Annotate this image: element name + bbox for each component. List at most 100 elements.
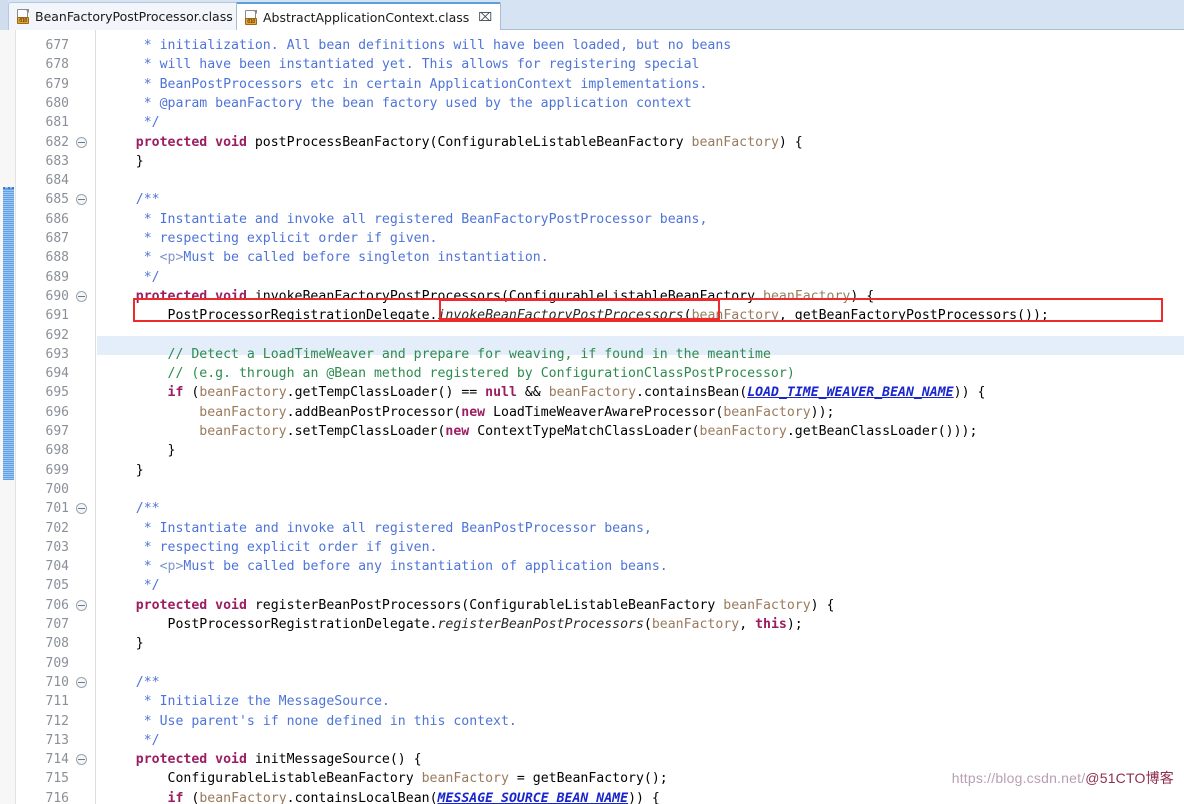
fold-collapse-icon[interactable] (76, 676, 87, 688)
line-number: 700 (45, 481, 69, 497)
code-token-pln (104, 424, 199, 439)
code-token-sfld: MESSAGE_SOURCE_BEAN_NAME (437, 790, 629, 804)
line-number: 705 (45, 578, 69, 594)
code-token-pln: )) { (953, 385, 986, 401)
line-number: 685 (45, 192, 69, 208)
fold-collapse-icon[interactable] (76, 754, 87, 766)
code-line: beanFactory.setTempClassLoader(new Conte… (97, 422, 1184, 441)
code-line: * @param beanFactory the bean factory us… (97, 94, 1184, 113)
code-token-pln: .getBeanClassLoader())); (786, 424, 978, 439)
code-token-pln: PostProcessorRegistrationDelegate. (104, 308, 438, 324)
tab-abstractapplicationcontext[interactable]: 010 AbstractApplicationContext.class ⌧ (236, 2, 502, 30)
code-token-pln (104, 521, 136, 536)
code-token-jdoc: * respecting explicit order if given. (135, 231, 438, 246)
code-line: PostProcessorRegistrationDelegate.invoke… (97, 306, 1184, 325)
eclipse-editor-window: 010 BeanFactoryPostProcessor.class 010 A… (0, 0, 1184, 804)
code-line: } (97, 441, 1184, 460)
line-number: 677 (45, 38, 69, 53)
code-token-pln: && (516, 385, 549, 401)
line-number: 694 (45, 366, 69, 382)
code-token-pln: ) { (810, 597, 835, 613)
code-token-kw: null (485, 385, 517, 401)
line-number: 715 (45, 771, 69, 787)
code-token-kw: new (445, 424, 478, 439)
fold-collapse-icon[interactable] (76, 290, 87, 302)
line-number: 699 (45, 462, 69, 478)
code-token-pln: .addBeanPostProcessor( (286, 404, 462, 420)
line-number: 688 (45, 250, 69, 266)
line-number: 687 (45, 231, 69, 246)
code-token-par: beanFactory (691, 134, 779, 150)
code-line: } (97, 152, 1184, 171)
code-line: * respecting explicit order if given. (97, 538, 1184, 557)
code-token-pln: .containsLocalBean( (286, 790, 438, 804)
line-number: 711 (45, 694, 69, 710)
code-token-pln (104, 578, 136, 593)
code-token-pln: ConfigurableListableBeanFactory (104, 771, 422, 787)
csdn-watermark: https://blog.csdn.net/@51CTO博客 (952, 768, 1174, 788)
code-line: beanFactory.addBeanPostProcessor(new Loa… (97, 403, 1184, 422)
code-editor[interactable]: 677 678 679 680 681 682 683 684 685 686 687 688 689 6… (0, 30, 1184, 804)
line-number: 678 (45, 57, 69, 73)
code-line: protected void invokeBeanFactoryPostProc… (97, 287, 1184, 306)
watermark-suffix: 博客 (1145, 770, 1174, 786)
line-number-gutter[interactable]: 677 678 679 680 681 682 683 684 685 686 687 688 689 6… (16, 30, 96, 804)
code-text-area[interactable]: * initialization. All bean definitions w… (97, 30, 1184, 804)
code-token-jdoc: */ (135, 732, 160, 748)
code-token-pln (104, 289, 136, 304)
code-token-pln: ( (683, 308, 692, 324)
code-line: // (e.g. through an @Bean method registe… (97, 364, 1184, 383)
class-file-icon: 010 (244, 9, 258, 25)
code-token-pln: .setTempClassLoader( (286, 424, 446, 439)
code-token-par: beanFactory (691, 308, 779, 324)
close-icon[interactable]: ⌧ (478, 11, 492, 23)
code-token-pln: } (104, 443, 176, 459)
line-number: 681 (45, 115, 69, 131)
code-token-cmt: // Detect a LoadTimeWeaver and prepare f… (167, 346, 771, 362)
code-token-jdoc: * BeanPostProcessors etc in certain Appl… (135, 76, 708, 92)
code-token-pln: )); (810, 404, 835, 420)
fold-collapse-icon[interactable] (76, 503, 87, 515)
code-token-pln (104, 385, 168, 400)
code-token-pln: registerBeanPostProcessors(ConfigurableL… (254, 597, 724, 613)
code-token-smth: registerBeanPostProcessors (437, 617, 644, 632)
code-line: protected void initMessageSource() { (97, 750, 1184, 769)
code-token-jtag: <p> (159, 559, 184, 575)
line-number: 690 (45, 288, 69, 304)
code-line: * Use parent's if none defined in this c… (97, 712, 1184, 731)
code-line: */ (97, 113, 1184, 132)
code-token-pln (104, 192, 136, 207)
code-token-jdoc: * respecting explicit order if given. (135, 539, 438, 555)
code-token-pln: .getTempClassLoader() == (286, 385, 486, 401)
line-number: 713 (45, 732, 69, 748)
fold-collapse-icon[interactable] (76, 599, 87, 611)
code-token-par: beanFactory (723, 597, 811, 613)
code-token-jdoc: /** (135, 501, 160, 517)
code-line: * Initialize the MessageSource. (97, 692, 1184, 711)
code-token-kw: protected void (135, 288, 255, 304)
code-token-pln: ) { (850, 288, 875, 304)
code-token-pln: ) { (778, 134, 803, 150)
code-token-par: beanFactory (199, 424, 287, 439)
code-line: * initialization. All bean definitions w… (97, 36, 1184, 55)
code-token-pln: ); (786, 617, 803, 632)
code-token-jdoc: * @param beanFactory the bean factory us… (135, 95, 692, 111)
code-token-pln (104, 115, 136, 130)
line-number: 698 (45, 443, 69, 459)
code-token-par: beanFactory (421, 771, 509, 787)
code-line: */ (97, 731, 1184, 750)
code-token-par: beanFactory (763, 288, 851, 304)
code-token-pln (104, 405, 199, 420)
fold-collapse-icon[interactable] (76, 194, 87, 206)
watermark-handle: @51CTO (1085, 770, 1146, 786)
code-token-pln (104, 559, 136, 574)
code-line: * Instantiate and invoke all registered … (97, 210, 1184, 229)
line-number: 703 (45, 539, 69, 555)
line-number: 684 (45, 173, 69, 189)
code-token-pln: = getBeanFactory(); (508, 771, 668, 787)
code-line: /** (97, 190, 1184, 209)
tab-beanfactorypostprocessor[interactable]: 010 BeanFactoryPostProcessor.class (8, 2, 242, 30)
fold-collapse-icon[interactable] (76, 136, 87, 148)
code-token-pln (104, 540, 136, 555)
